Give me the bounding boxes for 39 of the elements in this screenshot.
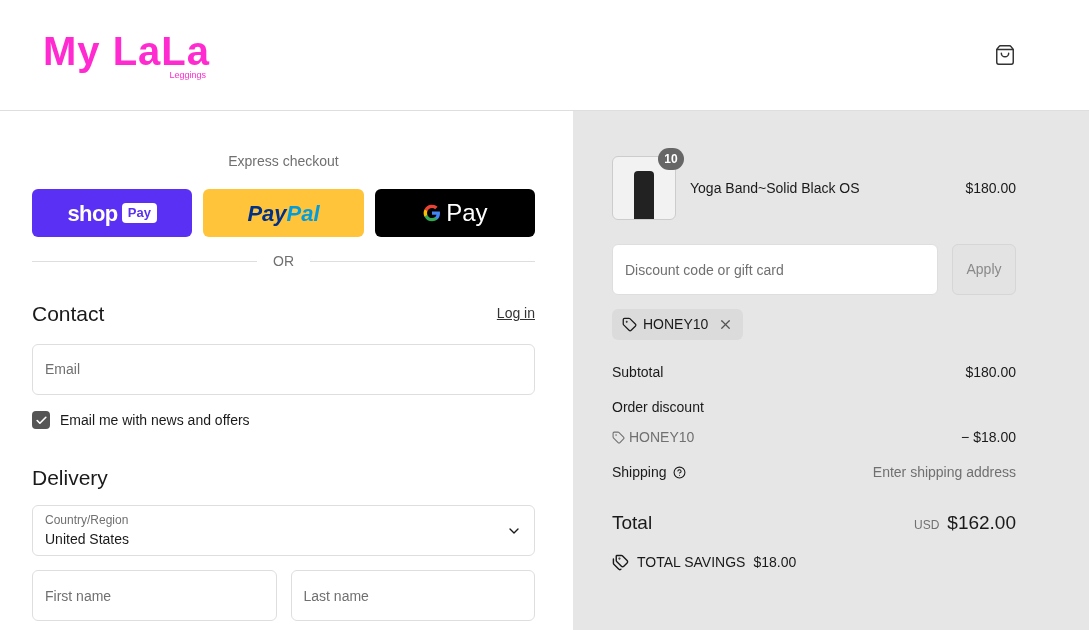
product-price: $180.00 [965,178,1016,198]
applied-discount-chip: HONEY10 [612,309,744,340]
quantity-badge: 10 [658,148,684,170]
country-select[interactable]: Country/Region United States [32,505,535,556]
or-divider: OR [273,252,294,271]
order-discount-label: Order discount [612,398,704,417]
currency-code: USD [913,517,940,534]
product-photo-placeholder [612,156,676,220]
delivery-heading: Delivery [32,464,109,491]
express-checkout-title: Express checkout [228,152,339,171]
shopping-bag-icon[interactable] [994,44,1016,66]
shipping-value: Enter shipping address [872,463,1016,482]
shop-pay-button[interactable]: shop Pay [32,189,193,237]
last-name-field[interactable]: Last name [290,570,535,621]
discount-value: − $18.00 [961,428,1016,447]
help-icon[interactable] [672,466,686,479]
total-savings-label: TOTAL SAVINGS [637,552,746,572]
newsletter-checkbox[interactable] [32,411,50,429]
google-pay-button[interactable]: Pay [374,189,535,237]
email-field[interactable]: Email [32,343,535,395]
total-savings-value: $18.00 [753,552,797,572]
tag-icon [612,431,625,444]
google-g-icon [422,203,443,223]
shipping-label: Shipping [612,463,667,482]
tags-icon [612,553,629,571]
paypal-button[interactable]: PayPal [203,189,364,237]
discount-code-field[interactable]: Discount code or gift card [612,244,938,295]
total-label: Total [612,511,653,535]
subtotal-label: Subtotal [612,363,664,382]
log-in-link[interactable]: Log in [496,303,535,325]
first-name-field[interactable]: First name [32,570,277,621]
contact-heading: Contact [32,301,105,327]
checkmark-icon [34,413,48,427]
tag-icon [622,317,637,332]
total-value: $162.00 [947,511,1016,535]
discount-code: HONEY10 [629,428,695,447]
newsletter-label: Email me with news and offers [60,410,250,430]
product-name: Yoga Band~Solid Black OS [690,178,861,198]
subtotal-value: $180.00 [965,363,1016,382]
